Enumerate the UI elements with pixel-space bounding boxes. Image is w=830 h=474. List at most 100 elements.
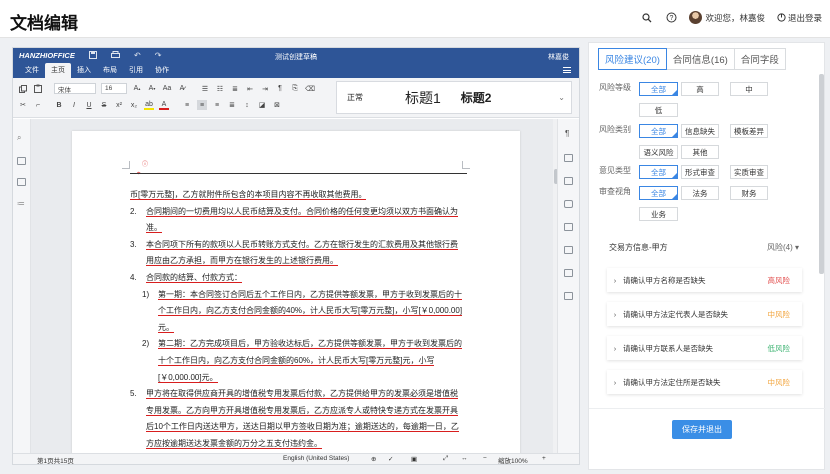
font-grow-icon[interactable]: A ▴ [132, 84, 142, 94]
level-medium[interactable]: 中 [730, 82, 768, 96]
category-missing[interactable]: 信息缺失 [681, 124, 719, 138]
subscript-icon[interactable]: x₂ [129, 100, 139, 110]
align-right-icon[interactable]: ≡ [212, 100, 222, 110]
eraser-icon[interactable]: ⌫ [305, 84, 315, 94]
multilevel-list-icon[interactable]: ≣ [230, 84, 240, 94]
align-left-icon[interactable]: ≡ [182, 100, 192, 110]
view-business[interactable]: 业务 [639, 207, 678, 221]
menu-file[interactable]: 文件 [19, 65, 45, 78]
menu-insert[interactable]: 插入 [71, 65, 97, 78]
line-spacing-icon[interactable]: ↕ [242, 100, 252, 110]
help-icon[interactable]: ? [665, 12, 677, 24]
font-name-select[interactable]: 宋体 [54, 83, 96, 94]
font-size-select[interactable]: 16 [101, 83, 127, 94]
copy-icon[interactable] [18, 84, 28, 94]
category-semantic[interactable]: 语义风险 [639, 145, 678, 159]
view-legal[interactable]: 法务 [681, 186, 719, 200]
align-center-icon[interactable]: ≡ [197, 100, 207, 110]
search-icon[interactable] [641, 12, 653, 24]
italic-icon[interactable]: I [69, 100, 79, 110]
textart-settings-icon[interactable] [564, 269, 573, 277]
view-all[interactable]: 全部 [639, 186, 678, 200]
font-color-icon[interactable]: A [159, 100, 169, 110]
user-info[interactable]: 欢迎您，林嘉俊 [689, 11, 765, 24]
justify-icon[interactable]: ≣ [227, 100, 237, 110]
opinion-all[interactable]: 全部 [639, 165, 678, 179]
cut-icon[interactable]: ✂ [18, 100, 28, 110]
bold-icon[interactable]: B [54, 100, 64, 110]
menu-collaborate[interactable]: 协作 [149, 65, 175, 78]
chat-icon[interactable] [17, 178, 26, 186]
view-finance[interactable]: 财务 [730, 186, 768, 200]
menu-references[interactable]: 引用 [123, 65, 149, 78]
zoom-out-button[interactable]: − [483, 455, 487, 462]
paragraph-settings-icon[interactable]: ¶ [565, 129, 569, 138]
level-all[interactable]: 全部 [639, 82, 678, 96]
styles-expand-icon[interactable]: ⌄ [558, 93, 565, 102]
category-all[interactable]: 全部 [639, 124, 678, 138]
category-other[interactable]: 其他 [681, 145, 719, 159]
level-low[interactable]: 低 [639, 103, 678, 117]
indent-icon[interactable]: ⇥ [260, 84, 270, 94]
risk-item[interactable]: › 请确认甲方名称是否缺失 高风险 [607, 268, 802, 292]
copy-style-icon[interactable]: ⎘ [290, 84, 300, 94]
highlight-icon[interactable]: ab [144, 100, 154, 110]
risk-item[interactable]: › 请确认甲方联系人是否缺失 低风险 [607, 336, 802, 360]
opinion-substantive[interactable]: 实质审查 [730, 165, 768, 179]
risk-item-text: 请确认甲方名称是否缺失 [623, 275, 706, 285]
comment-icon[interactable] [17, 157, 26, 165]
fit-width-icon[interactable]: ↔ [461, 455, 468, 462]
risk-item[interactable]: › 请确认甲方法定代表人是否缺失 中风险 [607, 302, 802, 326]
clear-format-icon[interactable]: A̷ [177, 84, 187, 94]
category-template-diff[interactable]: 模板差异 [730, 124, 768, 138]
menu-hamburger-icon[interactable] [563, 67, 571, 73]
opinion-formal[interactable]: 形式审查 [681, 165, 719, 179]
fit-page-icon[interactable]: ⤢ [443, 455, 448, 463]
risk-item[interactable]: › 请确认甲方法定住所是否缺失 中风险 [607, 370, 802, 394]
style-normal[interactable]: 正常 [337, 92, 373, 103]
level-high[interactable]: 高 [681, 82, 719, 96]
editor-title-bar: HANZHIOFFICE ↶ ↷ 测试创建草稿 林嘉俊 [13, 48, 579, 64]
language-select[interactable]: English (United States) [283, 455, 349, 462]
doc-line: 币[零万元整]，乙方就附件所包含的本项目内容不再收取其他费用。 [130, 190, 367, 200]
zoom-in-button[interactable]: + [542, 455, 546, 462]
tab-risk-suggestions[interactable]: 风险建议(20) [598, 48, 667, 70]
logout-button[interactable]: 退出登录 [777, 12, 822, 24]
header-footer-icon[interactable] [564, 200, 573, 208]
spellcheck-icon[interactable]: ✓ [388, 455, 393, 463]
superscript-icon[interactable]: x² [114, 100, 124, 110]
panel-scrollbar[interactable] [819, 74, 824, 274]
language-globe-icon[interactable]: ⊕ [371, 455, 376, 463]
document-page[interactable]: ⓘ ⌖ 币[零万元整]，乙方就附件所包含的本项目内容不再收取其他费用。 2. 合同… [72, 131, 520, 455]
menu-home[interactable]: 主页 [45, 63, 71, 78]
document-body[interactable]: 币[零万元整]，乙方就附件所包含的本项目内容不再收取其他费用。 2. 合同期间的一… [130, 187, 465, 453]
style-heading2[interactable]: 标题2 [451, 89, 502, 106]
paste-icon[interactable] [33, 84, 43, 94]
find-icon[interactable]: ⌕ [17, 133, 21, 143]
format-painter-icon[interactable]: ⌐ [33, 100, 43, 110]
bullet-list-icon[interactable]: ☰ [200, 84, 210, 94]
outdent-icon[interactable]: ⇤ [245, 84, 255, 94]
chart-settings-icon[interactable] [564, 246, 573, 254]
tab-contract-info[interactable]: 合同信息(16) [665, 48, 735, 70]
image-settings-icon[interactable] [564, 177, 573, 185]
font-shrink-icon[interactable]: A ▾ [147, 84, 157, 94]
mail-merge-icon[interactable] [564, 292, 573, 300]
shading-icon[interactable]: ◪ [257, 100, 267, 110]
change-case-icon[interactable]: Aa [162, 84, 172, 94]
number-list-icon[interactable]: ☷ [215, 84, 225, 94]
paragraph-marks-icon[interactable]: ¶ [275, 84, 285, 94]
track-changes-icon[interactable]: ▣ [411, 455, 417, 463]
tab-contract-fields[interactable]: 合同字段 [733, 48, 786, 70]
document-canvas[interactable]: ⓘ ⌖ 币[零万元整]，乙方就附件所包含的本项目内容不再收取其他费用。 2. 合同… [31, 119, 553, 455]
shape-settings-icon[interactable] [564, 223, 573, 231]
risk-group-count[interactable]: 风险(4) ▾ [767, 242, 799, 253]
underline-icon[interactable]: U [84, 100, 94, 110]
table-settings-icon[interactable] [564, 154, 573, 162]
insert-icon[interactable]: ⊠ [272, 100, 282, 110]
style-heading1[interactable]: 标题1 [395, 88, 451, 108]
save-and-exit-button[interactable]: 保存并退出 [672, 420, 732, 439]
navigation-icon[interactable]: ≔ [17, 199, 25, 208]
menu-layout[interactable]: 布局 [97, 65, 123, 78]
strikethrough-icon[interactable]: S [99, 100, 109, 110]
